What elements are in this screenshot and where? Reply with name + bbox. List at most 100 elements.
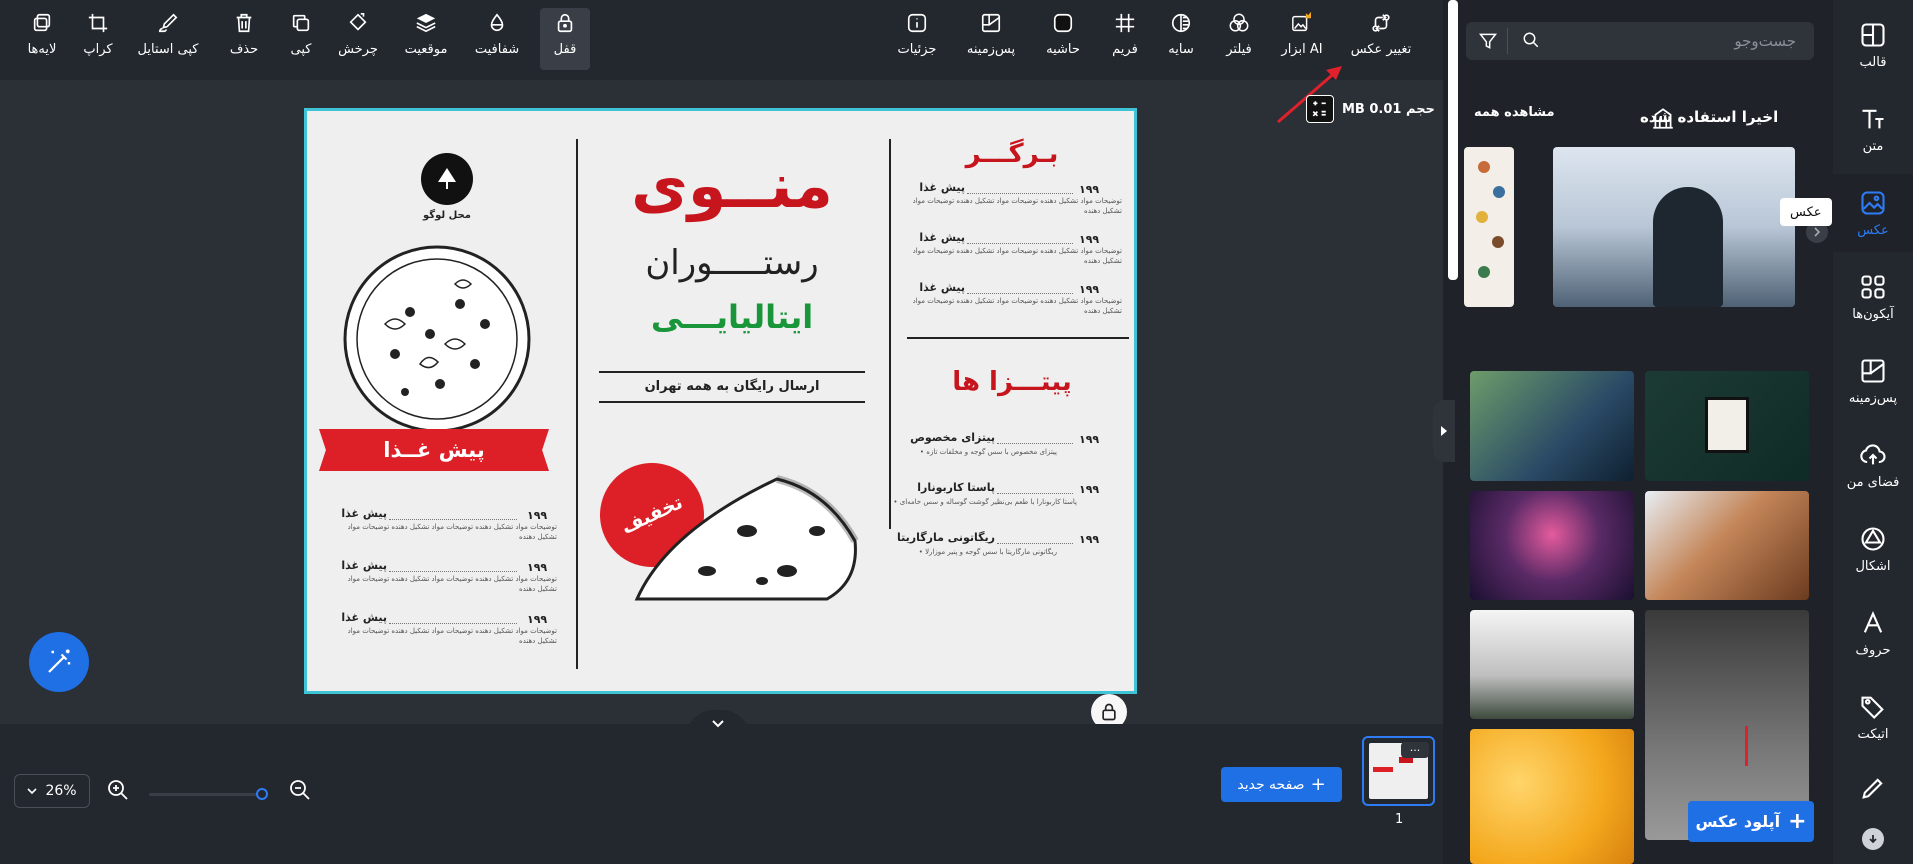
rail-item-shapes[interactable]: اشکال [1833,510,1913,588]
rail-item-background[interactable]: پس‌زمینه [1833,342,1913,420]
copy-style-button[interactable]: کپی استایل [133,8,203,70]
design-page[interactable]: محل لوگو پیش غــذا ۱۹۹ پیش غذا توضیحات م… [304,108,1137,694]
rail-item-draw[interactable] [1833,762,1913,814]
zoom-out-icon [290,780,310,800]
rail-item-text[interactable]: متن [1833,90,1913,168]
gallery-image[interactable] [1470,371,1634,481]
item-price: ۱۹۹ [1079,183,1100,196]
shadow-button[interactable]: سایه [1163,8,1199,70]
zoom-slider-handle[interactable] [256,788,268,800]
gallery-image[interactable] [1470,491,1634,600]
rule-line [599,371,865,373]
rail-tooltip: عکس [1780,198,1832,226]
opacity-button[interactable]: شفافیت [470,8,524,70]
free-delivery-text[interactable]: ارسال رایگان به همه تهران [599,375,865,399]
frame-label: فریم [1112,42,1138,57]
chevron-right-icon [1814,227,1821,237]
rail-item-image[interactable]: عکس [1833,174,1913,252]
gallery-image[interactable] [1470,729,1634,864]
italian-title[interactable]: ایتالیایـــی [597,293,867,341]
zoom-in-button[interactable] [106,778,130,806]
frame-icon [1111,8,1139,38]
panel-collapse-button[interactable] [1433,400,1455,462]
crop-icon [84,8,112,38]
search-input[interactable] [1526,22,1796,60]
upload-image-button[interactable]: آپلود عکس + [1688,801,1814,842]
item-name: پیش غذا [341,559,387,572]
new-page-button[interactable]: صفحه جدید + [1221,767,1342,802]
page-thumbnail[interactable]: ··· [1362,736,1435,806]
menu-title[interactable]: منــوی [597,141,867,231]
rail-scroll-down-button[interactable] [1862,828,1884,850]
ai-image-icon [1288,8,1316,38]
item-name: ریگاتونی مارگاریتا [897,531,995,544]
details-button[interactable]: جزئیات [892,8,942,70]
border-icon [1049,8,1077,38]
panel-scrollbar[interactable] [1448,0,1458,280]
copy-button[interactable]: کپی [284,8,318,70]
dotted-leader [967,243,1073,244]
item-price: ۱۹۹ [1079,233,1100,246]
restaurant-title[interactable]: رستـــــوران [597,239,867,287]
search-icon[interactable] [1522,31,1540,53]
pizza-slice-illustration[interactable] [627,471,867,611]
logo-label: محل لوگو [423,210,471,221]
gallery-image[interactable] [1470,610,1634,719]
rail-item-fonts[interactable]: حروف [1833,594,1913,672]
dotted-leader [997,493,1073,494]
new-page-label: صفحه جدید [1237,776,1305,793]
view-all-link[interactable]: مشاهده همه [1474,105,1555,120]
crop-button[interactable]: کراپ [78,8,118,70]
zoom-slider-track[interactable] [149,793,265,796]
layers-button[interactable]: لایه‌ها [18,8,66,70]
background-button[interactable]: پس‌زمینه [962,8,1020,70]
filter-button[interactable]: فیلتر [1220,8,1258,70]
item-description: توضیحات مواد تشکیل دهنده توضیحات مواد تش… [912,247,1122,265]
pizza-illustration[interactable] [335,244,539,434]
pizza-section-title[interactable]: پیتـــزا ها [907,367,1117,397]
zoom-out-button[interactable] [288,778,312,806]
chevron-down-icon [27,788,38,795]
rail-item-template[interactable]: قالب [1833,6,1913,84]
change-image-button[interactable]: تغییر عکس [1345,8,1417,70]
rail-item-sticker[interactable]: اتیکت [1833,678,1913,756]
recent-image[interactable] [1553,147,1795,307]
rotate-button[interactable]: چرخش [336,8,380,70]
upload-label: آپلود عکس [1695,812,1781,831]
filter-icon[interactable] [1478,31,1498,55]
image-icon [1861,190,1885,215]
logo-placeholder[interactable] [421,153,473,205]
appetizer-banner[interactable]: پیش غــذا [319,429,549,471]
gallery-image[interactable] [1645,371,1809,481]
pen-icon [1862,778,1883,799]
burger-section-title[interactable]: بـرگـــر [907,139,1117,169]
delete-button[interactable]: حذف [226,8,262,70]
stack-icon [412,8,440,38]
rail-item-icons[interactable]: آیکون‌ها [1833,258,1913,336]
lock-button[interactable]: قفل [540,8,590,70]
border-button[interactable]: حاشیه [1042,8,1084,70]
rail-label: اتیکت [1857,726,1889,742]
item-price: ۱۹۹ [1079,533,1100,546]
gallery-image[interactable] [1645,491,1809,600]
frame-button[interactable]: فریم [1105,8,1145,70]
brush-icon [154,8,182,38]
zoom-select[interactable]: 26% [14,774,90,808]
crop-label: کراپ [83,42,113,57]
page-more-button[interactable]: ··· [1401,742,1429,758]
magic-wand-button[interactable] [29,632,89,692]
details-label: جزئیات [897,42,937,57]
birds-illustration [1476,161,1505,278]
position-button[interactable]: موقعیت [400,8,452,70]
lock-icon [551,8,579,38]
sticker-icon [1861,696,1884,719]
top-toolbar: لایه‌ها کراپ کپی استایل حذف کپی چرخش موق… [0,0,1443,80]
recent-image[interactable] [1464,147,1514,307]
item-price: ۱۹۹ [1079,433,1100,446]
copy-label: کپی [290,42,312,57]
item-price: ۱۹۹ [527,561,548,574]
building-icon [1650,105,1676,135]
rail-item-my-space[interactable]: فضای من [1833,426,1913,504]
zoom-value: 26% [45,783,77,799]
rail-label: عکس [1857,222,1889,238]
